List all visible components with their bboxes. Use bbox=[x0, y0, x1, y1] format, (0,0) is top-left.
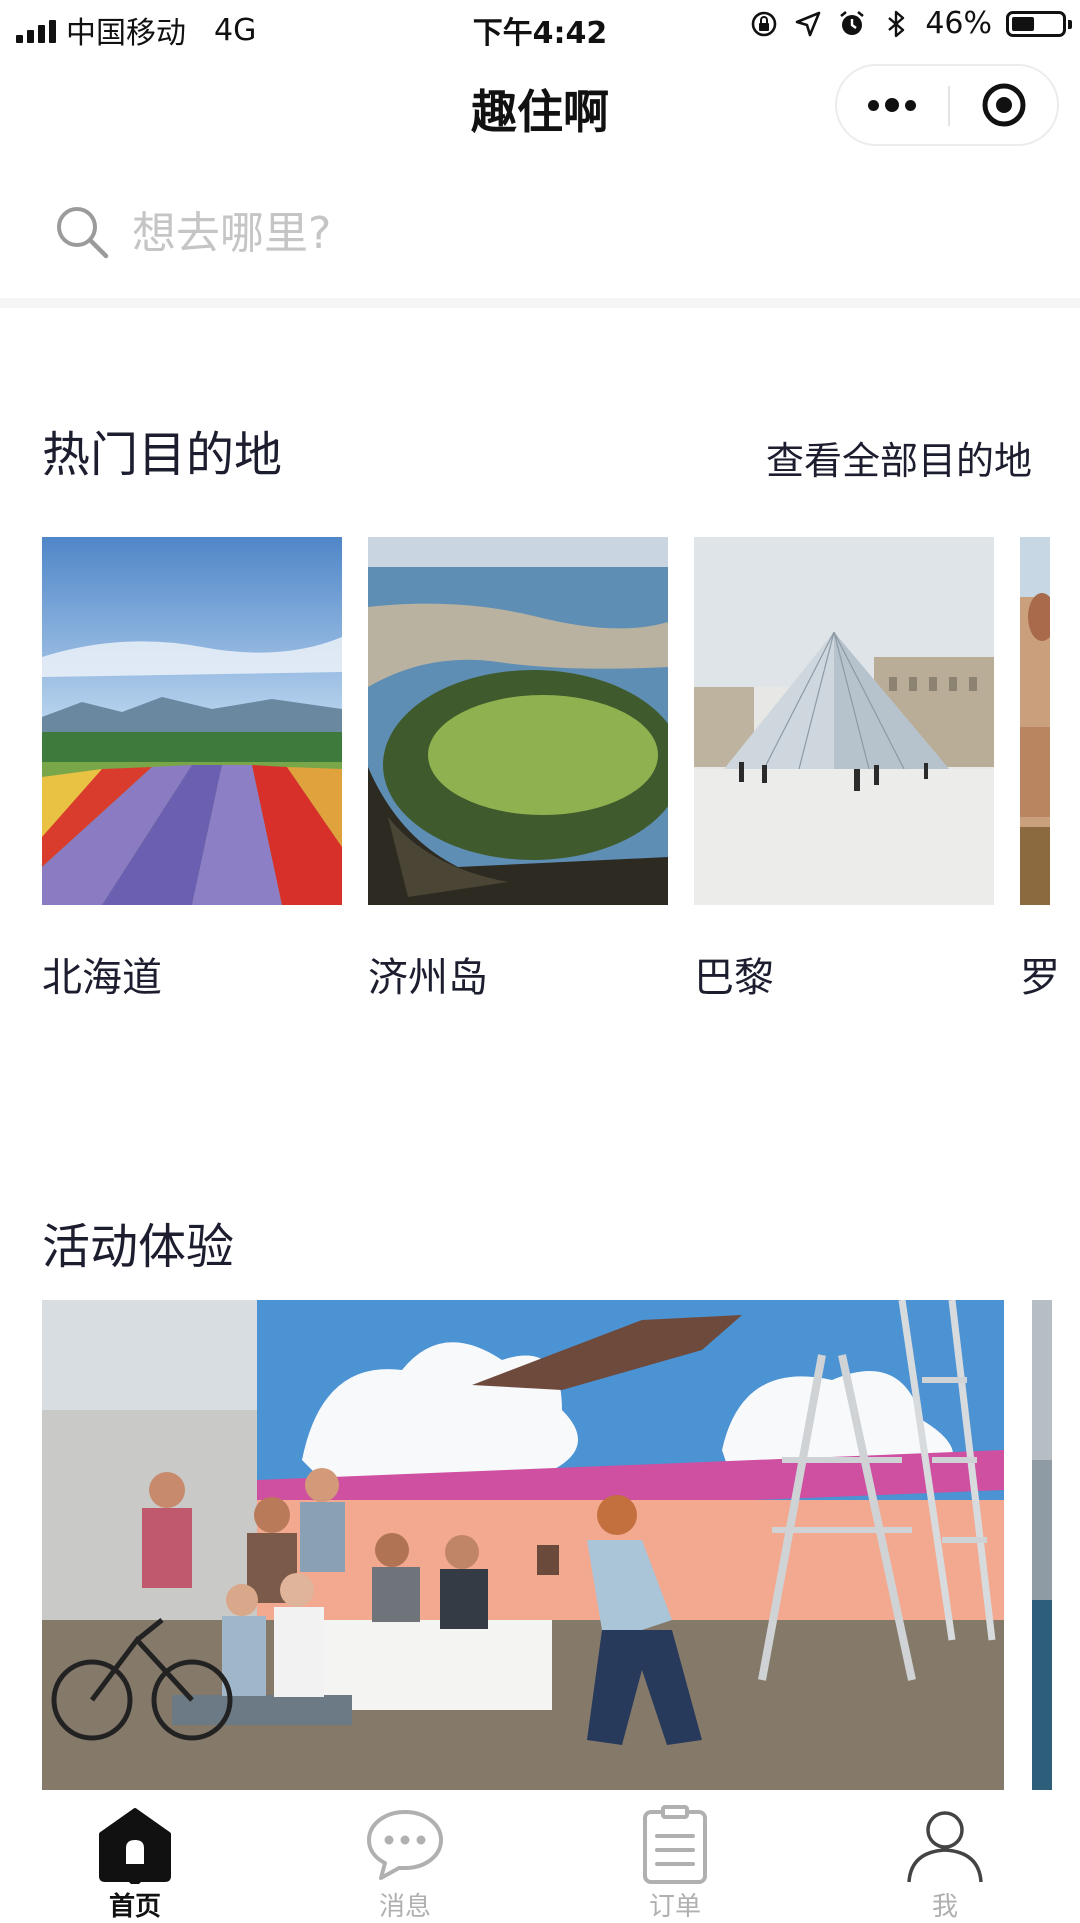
destinations-title: 热门目的地 bbox=[42, 427, 283, 483]
search-bar bbox=[0, 176, 1080, 296]
status-bar: 中国移动 4G 下午4:42 46% bbox=[0, 0, 1080, 56]
destination-card[interactable]: 北海道 bbox=[42, 537, 342, 1001]
destination-name: 北海道 bbox=[42, 955, 162, 1001]
close-miniapp-button[interactable] bbox=[951, 66, 1057, 144]
home-icon bbox=[99, 1808, 171, 1884]
chat-icon bbox=[367, 1810, 443, 1880]
experience-carousel[interactable] bbox=[0, 1300, 1080, 1790]
user-icon bbox=[907, 1811, 983, 1883]
battery-percent: 46% bbox=[925, 6, 992, 41]
tab-messages[interactable]: 消息 bbox=[270, 1790, 540, 1922]
search-icon bbox=[57, 207, 109, 259]
destination-name: 罗 bbox=[1020, 955, 1060, 1001]
battery-icon bbox=[1006, 10, 1072, 37]
tab-label: 消息 bbox=[378, 1892, 431, 1922]
tab-home[interactable]: 首页 bbox=[0, 1790, 270, 1922]
capsule-divider bbox=[948, 86, 950, 126]
more-button[interactable] bbox=[837, 66, 947, 144]
destination-name: 巴黎 bbox=[694, 955, 774, 1001]
destination-card[interactable]: 罗 bbox=[1020, 537, 1080, 1001]
miniapp-capsule bbox=[835, 64, 1059, 146]
experience-card[interactable] bbox=[42, 1300, 1004, 1790]
order-icon bbox=[643, 1805, 707, 1884]
tab-orders[interactable]: 订单 bbox=[540, 1790, 810, 1922]
bluetooth-icon bbox=[888, 10, 905, 37]
location-icon bbox=[796, 11, 821, 36]
tab-me[interactable]: 我 bbox=[810, 1790, 1080, 1922]
rotation-lock-icon bbox=[752, 11, 777, 36]
tab-label: 订单 bbox=[648, 1892, 701, 1922]
search-input[interactable] bbox=[132, 202, 952, 264]
experience-card[interactable] bbox=[1032, 1300, 1052, 1790]
tab-label: 首页 bbox=[108, 1892, 161, 1922]
destination-name: 济州岛 bbox=[368, 955, 488, 1001]
alarm-icon bbox=[840, 10, 865, 35]
nav-bar: 趣住啊 bbox=[0, 56, 1080, 160]
destination-image bbox=[694, 537, 994, 905]
destination-carousel[interactable]: 北海道 济州岛 巴黎 罗 bbox=[0, 537, 1080, 1007]
destination-image bbox=[42, 537, 342, 905]
tab-bar: 首页 消息 订单 我 bbox=[0, 1790, 1080, 1922]
destination-image bbox=[368, 537, 668, 905]
tab-label: 我 bbox=[931, 1892, 958, 1922]
target-icon bbox=[982, 83, 1026, 127]
destination-image bbox=[1020, 537, 1050, 905]
see-all-destinations-link[interactable]: 查看全部目的地 bbox=[766, 430, 1032, 485]
destination-card[interactable]: 巴黎 bbox=[694, 537, 994, 1001]
experience-image bbox=[1032, 1300, 1052, 1790]
experiences-title: 活动体验 bbox=[42, 1219, 235, 1275]
destination-card[interactable]: 济州岛 bbox=[368, 537, 668, 1001]
experience-image bbox=[42, 1300, 1004, 1790]
section-divider bbox=[0, 298, 1080, 308]
